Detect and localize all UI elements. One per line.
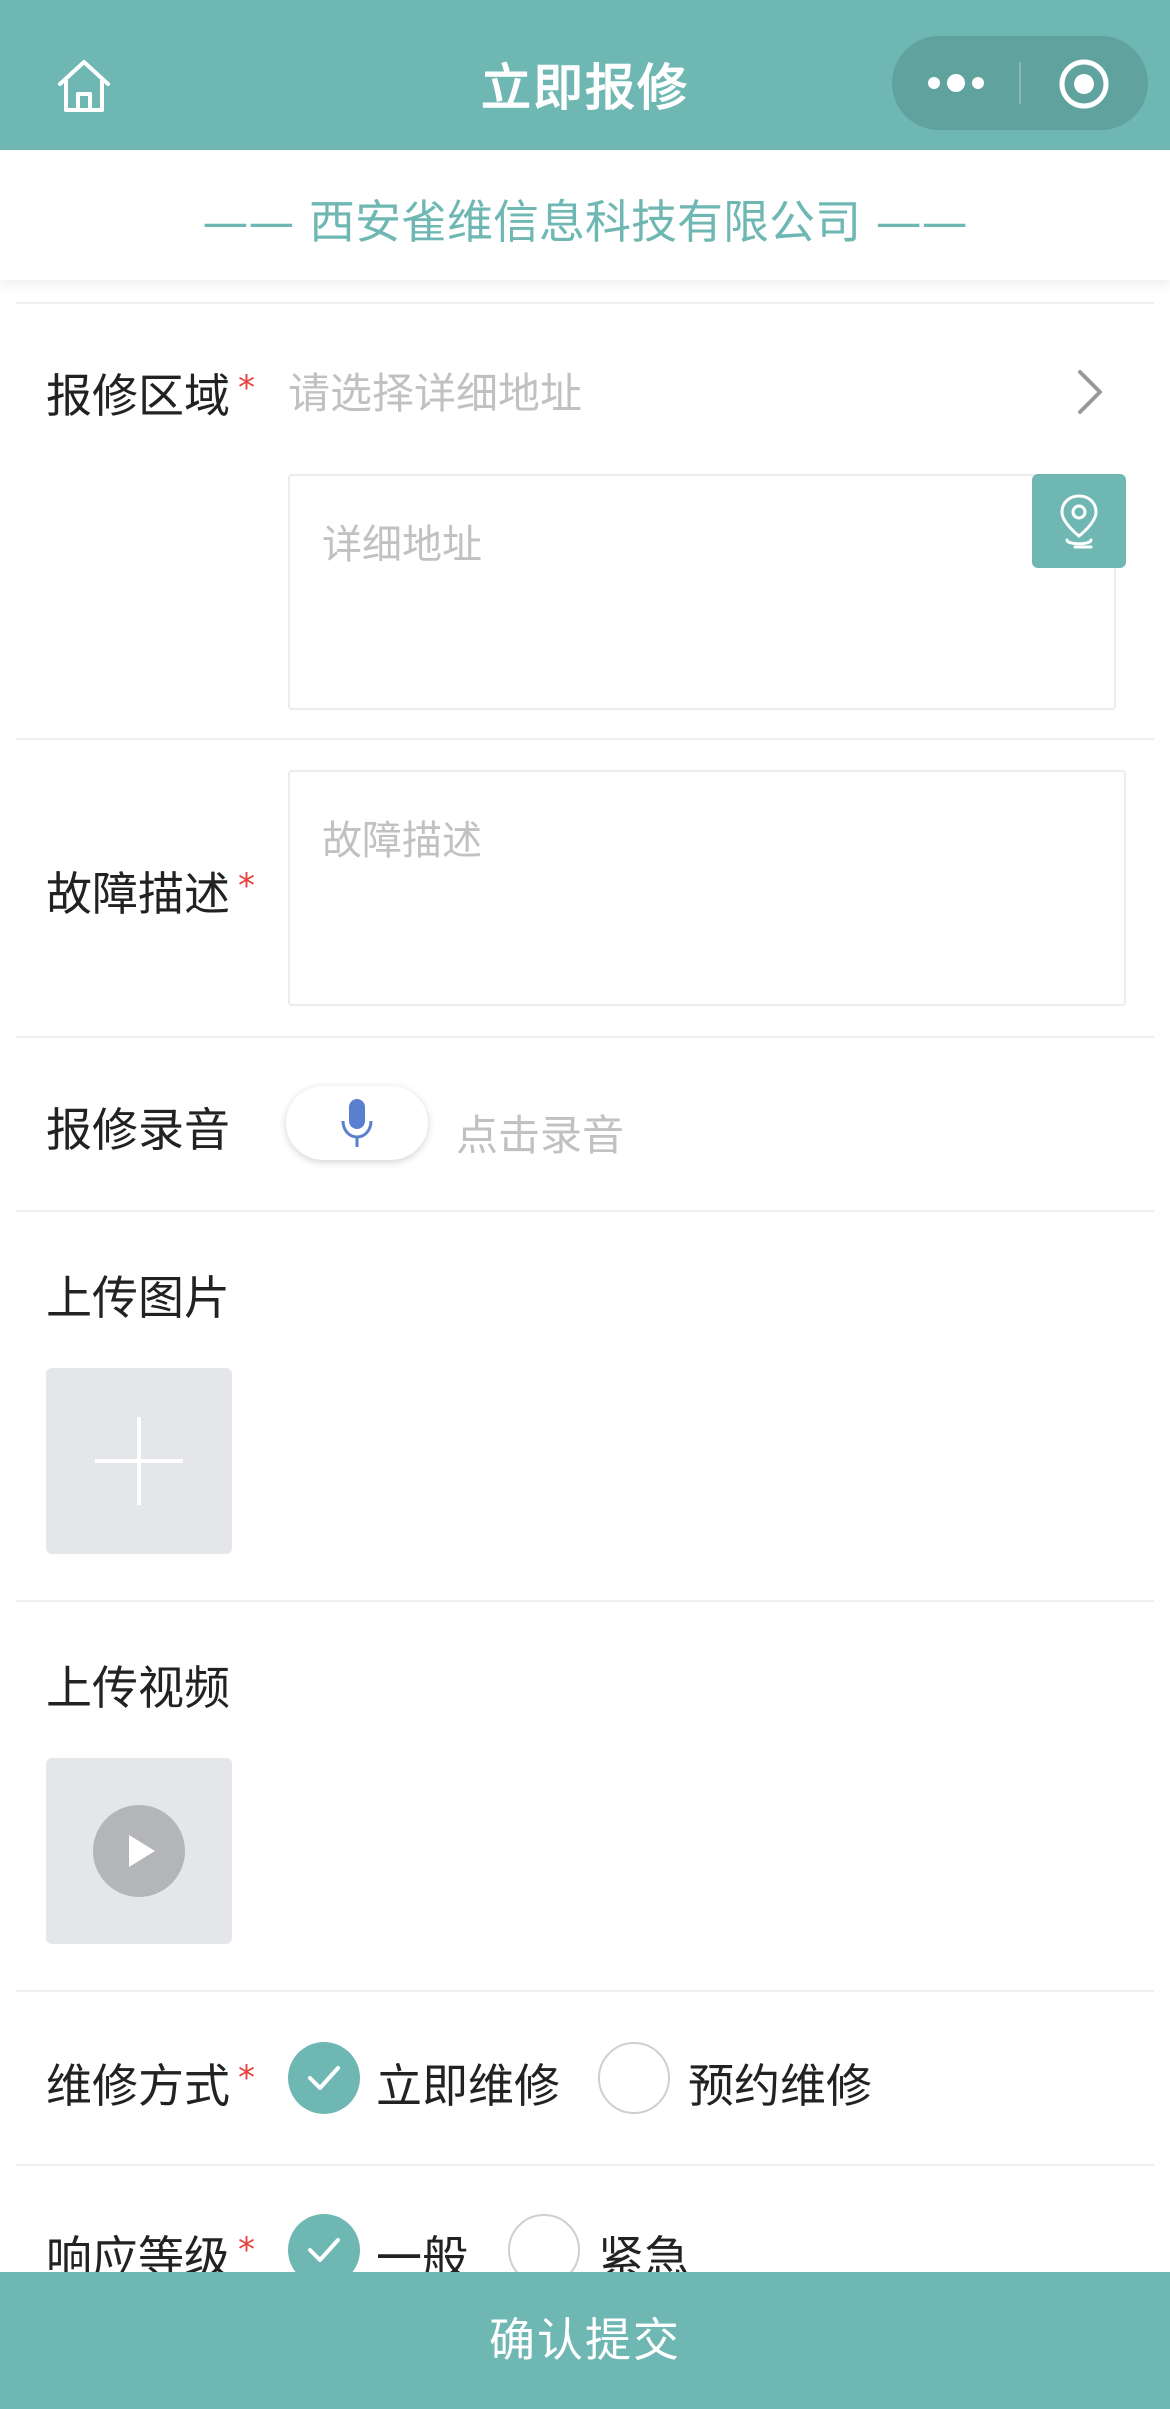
location-icon xyxy=(1060,494,1098,549)
divider xyxy=(16,1210,1154,1212)
fault-description-input[interactable]: 故障描述 xyxy=(288,770,1126,1006)
required-mark: * xyxy=(238,2058,255,2098)
divider xyxy=(16,1036,1154,1038)
area-picker[interactable]: 请选择详细地址 xyxy=(288,360,582,421)
video-upload-button[interactable] xyxy=(46,1758,232,1944)
required-mark: * xyxy=(238,866,255,906)
fault-label: 故障描述 xyxy=(46,867,230,921)
required-mark: * xyxy=(238,368,255,408)
microphone-icon xyxy=(341,1099,373,1147)
repair-scheduled-label[interactable]: 预约维修 xyxy=(688,2050,872,2116)
detail-address-placeholder: 详细地址 xyxy=(322,522,482,568)
plus-icon xyxy=(95,1417,183,1505)
divider xyxy=(16,2164,1154,2166)
capsule-divider xyxy=(1019,62,1021,104)
check-icon xyxy=(308,2238,340,2262)
repair-method-label: 维修方式 xyxy=(46,2059,230,2113)
detail-address-input[interactable]: 详细地址 xyxy=(288,474,1116,710)
location-button[interactable] xyxy=(1032,474,1126,568)
video-upload-label: 上传视频 xyxy=(46,1661,230,1715)
divider xyxy=(16,302,1154,304)
repair-scheduled-radio[interactable] xyxy=(598,2042,670,2114)
play-icon xyxy=(93,1805,185,1897)
mini-program-capsule xyxy=(892,36,1148,130)
submit-button[interactable]: 确认提交 xyxy=(0,2272,1170,2409)
record-button[interactable] xyxy=(286,1086,428,1160)
repair-immediate-label[interactable]: 立即维修 xyxy=(376,2050,560,2116)
target-icon[interactable] xyxy=(1058,58,1110,110)
divider xyxy=(16,1990,1154,1992)
recording-label: 报修录音 xyxy=(46,1103,230,1157)
divider xyxy=(16,738,1154,740)
record-hint: 点击录音 xyxy=(456,1111,625,1160)
divider xyxy=(16,1600,1154,1602)
company-name: —— 西安雀维信息科技有限公司 —— xyxy=(202,195,968,249)
check-icon xyxy=(308,2066,340,2090)
required-mark: * xyxy=(238,2230,255,2270)
image-upload-button[interactable] xyxy=(46,1368,232,1554)
fault-description-placeholder: 故障描述 xyxy=(322,818,482,864)
image-upload-label: 上传图片 xyxy=(46,1271,230,1325)
company-banner: —— 西安雀维信息科技有限公司 —— xyxy=(0,150,1170,280)
area-label: 报修区域 xyxy=(46,369,230,423)
more-dots-icon[interactable] xyxy=(924,66,988,100)
chevron-right-icon[interactable] xyxy=(1070,362,1110,422)
repair-immediate-radio[interactable] xyxy=(288,2042,360,2114)
top-navigation-bar: 立即报修 xyxy=(0,0,1170,150)
